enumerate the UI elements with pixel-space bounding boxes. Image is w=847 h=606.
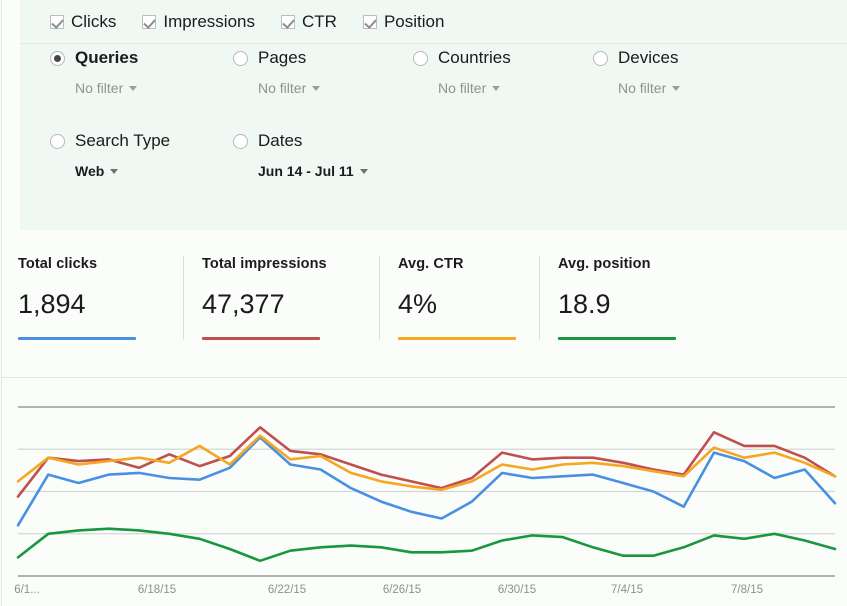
dimension-devices[interactable]: Devices No filter [593,44,680,96]
checkbox-icon[interactable] [50,15,64,29]
card-accent-rule [398,337,516,340]
dimension-countries-filter[interactable]: No filter [438,80,511,96]
radio-icon[interactable] [233,51,248,66]
card-title: Avg. position [558,256,676,272]
metric-label: Clicks [71,12,116,32]
x-axis-tick-label: 7/8/15 [731,584,763,596]
filter-value: No filter [438,80,486,96]
radio-icon[interactable] [50,134,65,149]
metrics-toolbar: Clicks Impressions CTR Position [20,0,847,44]
dimension-label: Devices [618,48,678,68]
dimension-row-secondary: Search Type Web Dates Jun 14 - Jul 11 [20,127,847,210]
dimension-dates-filter[interactable]: Jun 14 - Jul 11 [258,163,368,179]
dimension-search-type[interactable]: Search Type Web [50,127,170,179]
chevron-down-icon[interactable] [312,86,320,91]
card-accent-rule [558,337,676,340]
dimension-dates[interactable]: Dates Jun 14 - Jul 11 [233,127,368,179]
filter-panel: Clicks Impressions CTR Position Queries … [20,0,847,230]
radio-icon[interactable] [413,51,428,66]
x-axis-tick-label: 6/1... [14,584,40,596]
card-title: Total clicks [18,256,165,272]
chart-line-impressions [18,427,835,496]
chevron-down-icon[interactable] [110,169,118,174]
metric-checkbox-position[interactable]: Position [363,12,444,32]
summary-cards-panel: Total clicks 1,894 Total impressions 47,… [2,230,847,378]
chart-canvas [2,378,847,582]
x-axis-tick-label: 7/4/15 [611,584,643,596]
checkbox-icon[interactable] [281,15,295,29]
filter-value: No filter [618,80,666,96]
dimension-label: Dates [258,131,302,151]
x-axis-tick-label: 6/26/15 [383,584,421,596]
performance-chart[interactable]: 6/1... 6/18/15 6/22/15 6/26/15 6/30/15 7/4/15… [2,378,847,606]
radio-icon[interactable] [593,51,608,66]
filter-value: No filter [258,80,306,96]
dimension-grid: Queries No filter Pages No filter [20,44,847,210]
card-accent-rule [202,337,320,340]
card-value: 18.9 [558,289,676,320]
card-value: 1,894 [18,289,165,320]
dimension-pages-filter[interactable]: No filter [258,80,320,96]
chevron-down-icon[interactable] [492,86,500,91]
card-title: Total impressions [202,256,361,272]
metric-label: Impressions [163,12,255,32]
radio-icon[interactable] [50,51,65,66]
chart-line-ctr [18,436,835,490]
filter-value: Web [75,163,104,179]
summary-card-total-impressions[interactable]: Total impressions 47,377 [183,256,379,340]
chevron-down-icon[interactable] [360,169,368,174]
x-axis-tick-label: 6/18/15 [138,584,176,596]
metric-checkbox-impressions[interactable]: Impressions [142,12,255,32]
dimension-label: Pages [258,48,306,68]
chevron-down-icon[interactable] [129,86,137,91]
card-value: 47,377 [202,289,361,320]
dimension-label: Countries [438,48,511,68]
radio-icon[interactable] [233,134,248,149]
card-value: 4% [398,289,521,320]
dimension-label: Queries [75,48,138,68]
summary-card-avg-ctr[interactable]: Avg. CTR 4% [379,256,539,340]
dimension-devices-header[interactable]: Devices [593,44,680,72]
summary-cards: Total clicks 1,894 Total impressions 47,… [18,256,694,340]
date-range-value: Jun 14 - Jul 11 [258,163,354,179]
metric-checkbox-clicks[interactable]: Clicks [50,12,116,32]
checkbox-icon[interactable] [142,15,156,29]
x-axis-tick-label: 6/30/15 [498,584,536,596]
filter-value: No filter [75,80,123,96]
dimension-queries-header[interactable]: Queries [50,44,138,72]
card-accent-rule [18,337,136,340]
dimension-search-type-filter[interactable]: Web [75,163,170,179]
card-title: Avg. CTR [398,256,521,272]
dimension-row-primary: Queries No filter Pages No filter [20,44,847,127]
chart-x-axis: 6/1... 6/18/15 6/22/15 6/26/15 6/30/15 7/4/15… [2,582,847,606]
summary-card-avg-position[interactable]: Avg. position 18.9 [539,256,694,340]
metric-label: CTR [302,12,337,32]
metric-label: Position [384,12,444,32]
dimension-countries[interactable]: Countries No filter [413,44,511,96]
dimension-dates-header[interactable]: Dates [233,127,368,155]
dimension-pages[interactable]: Pages No filter [233,44,320,96]
chevron-down-icon[interactable] [672,86,680,91]
checkbox-icon[interactable] [363,15,377,29]
x-axis-tick-label: 6/22/15 [268,584,306,596]
dimension-pages-header[interactable]: Pages [233,44,320,72]
dimension-queries[interactable]: Queries No filter [50,44,138,96]
metric-checkbox-ctr[interactable]: CTR [281,12,337,32]
dimension-label: Search Type [75,131,170,151]
summary-card-total-clicks[interactable]: Total clicks 1,894 [18,256,183,340]
dimension-queries-filter[interactable]: No filter [75,80,138,96]
dimension-countries-header[interactable]: Countries [413,44,511,72]
dimension-devices-filter[interactable]: No filter [618,80,680,96]
dimension-search-type-header[interactable]: Search Type [50,127,170,155]
